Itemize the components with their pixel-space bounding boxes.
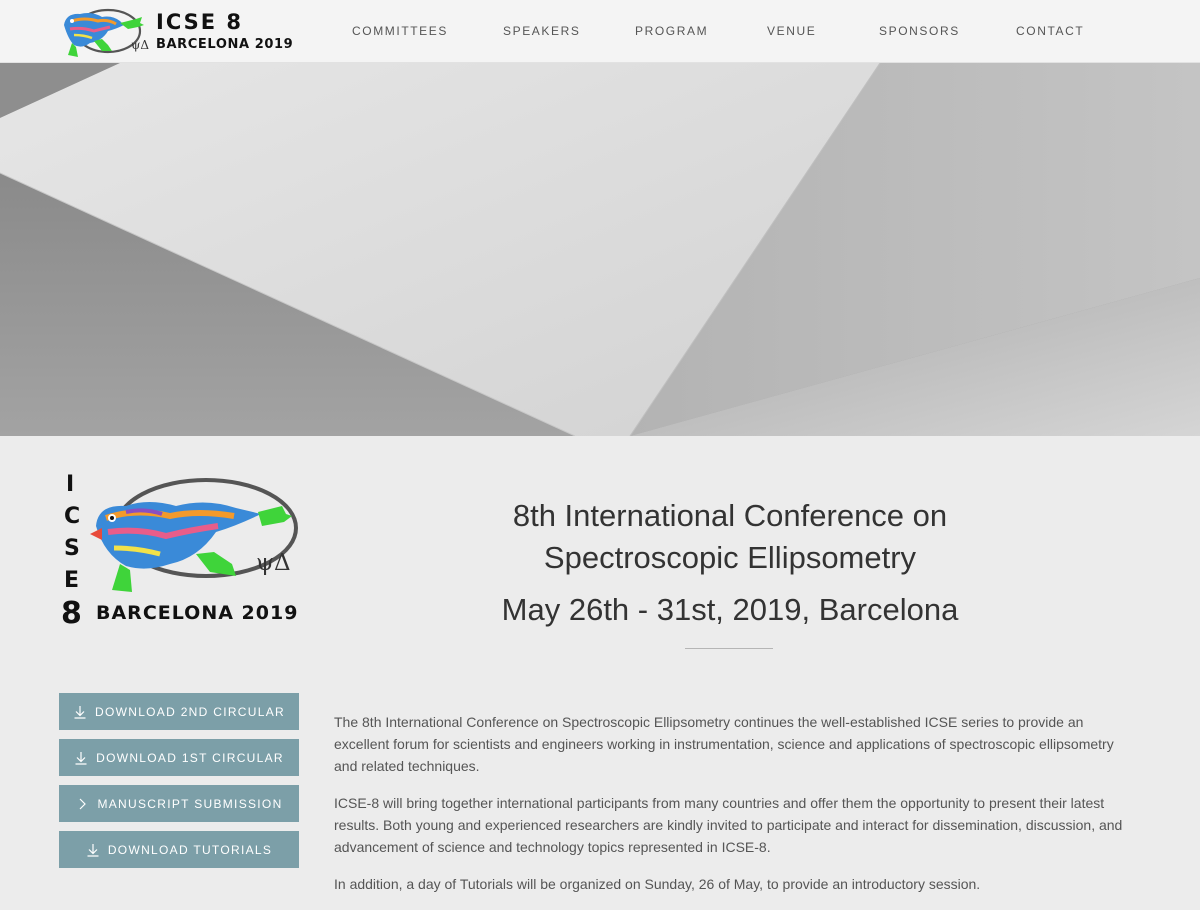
conference-title: 8th International Conference on Spectros… xyxy=(330,495,1130,579)
download-1st-circular-button[interactable]: DOWNLOAD 1ST CIRCULAR xyxy=(59,739,299,776)
button-label: MANUSCRIPT SUBMISSION xyxy=(97,796,283,811)
nav-sponsors[interactable]: SPONSORS xyxy=(879,24,960,38)
nav-committees[interactable]: COMMITTEES xyxy=(352,24,448,38)
button-label: DOWNLOAD TUTORIALS xyxy=(107,842,273,857)
manuscript-submission-button[interactable]: MANUSCRIPT SUBMISSION xyxy=(59,785,299,822)
button-label: DOWNLOAD 1ST CIRCULAR xyxy=(96,750,284,765)
conference-logo: I C S E 8 ψΔ BARCELONA 2019 xyxy=(58,468,303,633)
logo-letter-e: E xyxy=(64,568,80,593)
intro-paragraph: In addition, a day of Tutorials will be … xyxy=(334,876,981,892)
site-logo[interactable]: ψΔ ICSE 8 BARCELONA 2019 xyxy=(58,5,293,60)
hero-banner xyxy=(0,63,1200,436)
conference-dates: May 26th - 31st, 2019, Barcelona xyxy=(501,592,959,627)
nav-contact[interactable]: CONTACT xyxy=(1016,24,1084,38)
title-divider xyxy=(685,648,773,649)
download-icon xyxy=(74,751,88,765)
logo-city-year: BARCELONA 2019 xyxy=(96,602,299,624)
intro-paragraph: ICSE-8 will bring together international… xyxy=(334,795,1123,855)
nav-program[interactable]: PROGRAM xyxy=(635,24,708,38)
intro-paragraph: The 8th International Conference on Spec… xyxy=(334,714,1114,774)
site-header: ψΔ ICSE 8 BARCELONA 2019 COMMITTEES SPEA… xyxy=(0,0,1200,63)
download-tutorials-button[interactable]: DOWNLOAD TUTORIALS xyxy=(59,831,299,868)
download-2nd-circular-button[interactable]: DOWNLOAD 2ND CIRCULAR xyxy=(59,693,299,730)
logo-number-8: 8 xyxy=(61,596,82,631)
logo-title: ICSE 8 xyxy=(156,10,244,34)
button-label: DOWNLOAD 2ND CIRCULAR xyxy=(95,704,285,719)
logo-symbol: ψΔ xyxy=(256,550,291,576)
logo-symbol: ψΔ xyxy=(131,38,150,52)
nav-venue[interactable]: VENUE xyxy=(767,24,816,38)
nav-speakers[interactable]: SPEAKERS xyxy=(503,24,581,38)
download-icon xyxy=(73,705,87,719)
logo-subtitle: BARCELONA 2019 xyxy=(156,37,294,52)
conference-title-line1: 8th International Conference on xyxy=(512,497,948,533)
logo-letter-i: I xyxy=(66,472,75,497)
conference-title-line2: Spectroscopic Ellipsometry xyxy=(543,539,917,575)
logo-letter-s: S xyxy=(64,536,80,561)
chevron-right-icon xyxy=(75,797,89,811)
hero-image xyxy=(0,63,1200,436)
logo-letter-c: C xyxy=(64,504,81,529)
download-icon xyxy=(86,843,100,857)
intro-text: The 8th International Conference on Spec… xyxy=(334,711,1134,910)
lizard-mascot-icon xyxy=(90,478,298,592)
